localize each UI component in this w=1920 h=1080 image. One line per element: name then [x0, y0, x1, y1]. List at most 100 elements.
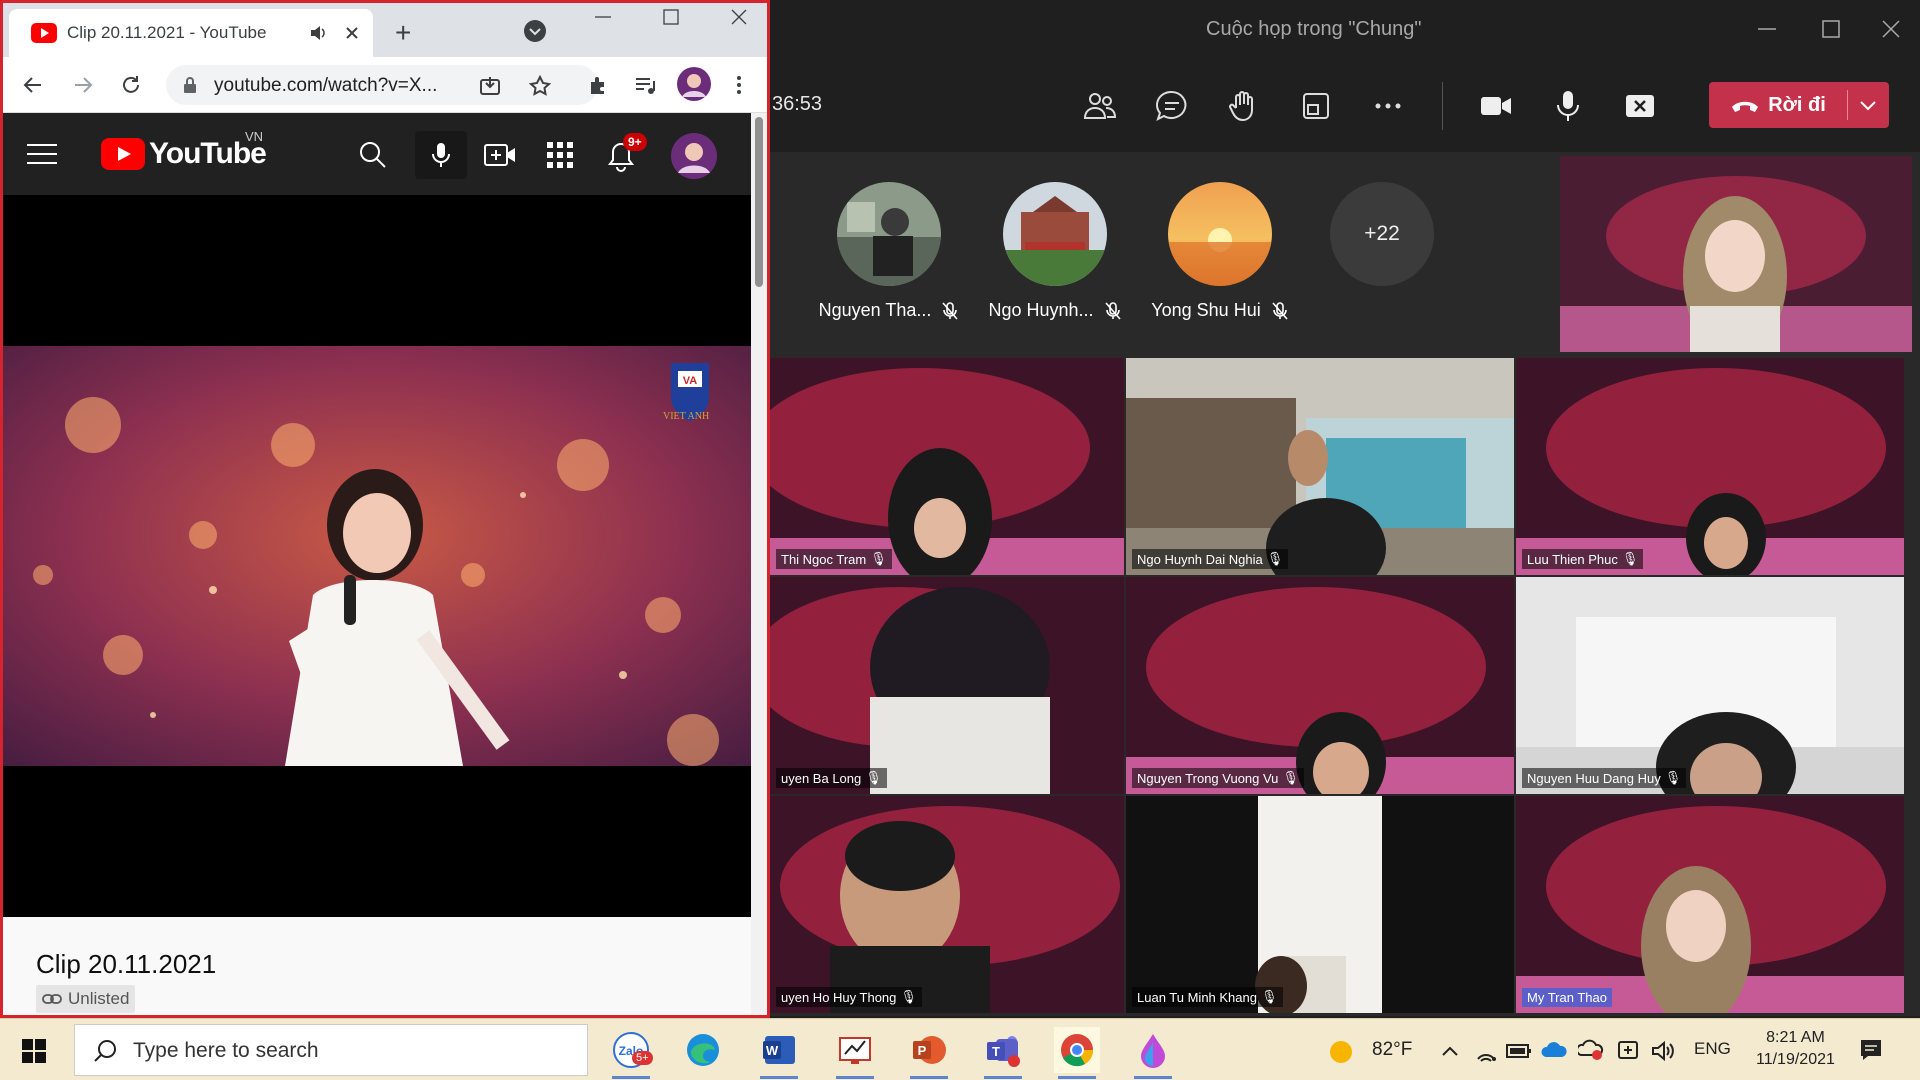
participant-tile[interactable]: Nguyen Huu Dang Huy 🎙 — [1516, 577, 1904, 794]
participant-name: Nguyen Trong Vuong Vu — [1137, 770, 1279, 786]
minimize-icon[interactable] — [591, 5, 615, 29]
teams-app-icon[interactable]: T — [980, 1027, 1026, 1079]
battery-icon[interactable] — [1506, 1041, 1532, 1061]
chevron-up-icon[interactable] — [1440, 1041, 1460, 1061]
input-language[interactable]: ENG — [1694, 1039, 1731, 1059]
audio-playing-icon[interactable] — [309, 24, 327, 42]
close-icon[interactable] — [1876, 14, 1906, 44]
mic-off-icon — [1104, 301, 1122, 321]
chat-icon[interactable] — [1154, 88, 1190, 124]
leave-button[interactable]: Rời đi — [1709, 82, 1889, 128]
participant-tile[interactable]: uyen Ba Long 🎙 — [770, 577, 1124, 794]
whiteboard-app-icon[interactable] — [832, 1027, 878, 1079]
audience-member[interactable]: Yong Shu Hui — [1145, 182, 1295, 321]
media-control-icon[interactable] — [633, 73, 657, 97]
close-icon[interactable] — [727, 5, 751, 29]
participant-tile[interactable]: Luu Thien Phuc 🎙 — [1516, 358, 1904, 575]
network-offline-icon[interactable] — [1578, 1039, 1604, 1061]
edge-app-icon[interactable] — [680, 1027, 726, 1073]
onedrive-icon[interactable] — [1540, 1039, 1568, 1061]
chevron-down-icon[interactable] — [1857, 94, 1879, 116]
video-player[interactable]: VA VIET ANH — [3, 195, 751, 917]
minimize-icon[interactable] — [1752, 14, 1782, 44]
system-clock[interactable]: 8:21 AM 11/19/2021 — [1756, 1027, 1835, 1071]
audience-member[interactable]: Nguyen Tha... — [814, 182, 964, 321]
volume-icon[interactable] — [1650, 1039, 1676, 1063]
device-icon[interactable] — [1616, 1039, 1640, 1063]
voice-search-button[interactable] — [415, 131, 467, 179]
participant-tile[interactable]: My Tran Thao — [1516, 796, 1904, 1013]
more-participants-button[interactable]: +22 — [1330, 182, 1434, 286]
paint-app-icon[interactable] — [1130, 1027, 1176, 1079]
powerpoint-app-icon[interactable]: P — [906, 1027, 952, 1079]
participant-name: Thi Ngoc Tram — [781, 551, 867, 567]
avatar — [837, 182, 941, 286]
weather-temperature[interactable]: 82°F — [1372, 1039, 1412, 1061]
youtube-logo[interactable]: YouTube — [101, 137, 267, 171]
forward-icon[interactable] — [71, 73, 95, 97]
apps-grid-icon[interactable] — [546, 141, 574, 169]
tab-close-icon[interactable] — [343, 24, 361, 42]
address-bar[interactable]: youtube.com/watch?v=X... — [166, 65, 598, 105]
share-tray-icon[interactable] — [1298, 88, 1334, 124]
windows-start-icon[interactable] — [22, 1039, 46, 1063]
wifi-icon[interactable] — [1474, 1039, 1498, 1063]
install-icon[interactable] — [478, 74, 502, 98]
word-app-icon[interactable]: W — [756, 1027, 802, 1079]
more-icon[interactable] — [1370, 88, 1406, 124]
weather-sun-icon[interactable] — [1328, 1039, 1354, 1065]
search-icon — [93, 1039, 117, 1063]
participant-name: Nguyen Huu Dang Huy — [1527, 770, 1661, 786]
mic-icon[interactable] — [1550, 88, 1586, 124]
lock-icon[interactable] — [182, 76, 198, 94]
toolbar-divider — [1442, 82, 1443, 130]
tab-strip: Clip 20.11.2021 - YouTube + — [3, 3, 767, 57]
mic-icon: 🎙 — [1260, 989, 1278, 1004]
camera-icon[interactable] — [1478, 88, 1514, 124]
browser-tab[interactable]: Clip 20.11.2021 - YouTube — [9, 9, 373, 57]
new-tab-button[interactable]: + — [395, 17, 411, 49]
menu-icon[interactable] — [733, 73, 745, 97]
chrome-app-icon[interactable] — [1054, 1027, 1100, 1079]
create-video-icon[interactable] — [483, 141, 517, 169]
leave-main[interactable]: Rời đi — [1709, 82, 1847, 128]
avatar — [1003, 182, 1107, 286]
hamburger-icon[interactable] — [27, 143, 57, 165]
page-scrollbar[interactable] — [751, 113, 767, 1015]
people-icon[interactable] — [1082, 88, 1118, 124]
mic-icon: 🎙 — [1282, 770, 1299, 785]
mic-icon: 🎙 — [865, 770, 882, 785]
maximize-icon[interactable] — [1816, 14, 1846, 44]
extensions-icon[interactable] — [587, 73, 611, 97]
audience-member[interactable]: Ngo Huynh... — [980, 182, 1130, 321]
tab-search-icon[interactable] — [523, 19, 547, 43]
participant-tile[interactable]: Thi Ngoc Tram 🎙 — [770, 358, 1124, 575]
participant-name: Ngo Huynh Dai Nghia — [1137, 551, 1263, 567]
reload-icon[interactable] — [119, 73, 143, 97]
maximize-icon[interactable] — [659, 5, 683, 29]
participant-tile[interactable]: Nguyen Trong Vuong Vu 🎙 — [1126, 577, 1514, 794]
participant-tile[interactable]: Ngo Huynh Dai Nghia 🎙 — [1126, 358, 1514, 575]
share-stop-icon[interactable] — [1622, 88, 1658, 124]
zalo-app-icon[interactable]: Zalo 5+ — [608, 1027, 654, 1079]
url-text[interactable]: youtube.com/watch?v=X... — [214, 75, 437, 97]
participant-tile[interactable]: uyen Ho Huy Thong 🎙 — [770, 796, 1124, 1013]
browser-toolbar: youtube.com/watch?v=X... — [3, 57, 767, 113]
search-icon[interactable] — [359, 141, 387, 169]
taskbar-search[interactable]: Type here to search — [74, 1024, 588, 1076]
participant-tile[interactable]: Luan Tu Minh Khang 🎙 — [1126, 796, 1514, 1013]
raise-hand-icon[interactable] — [1226, 88, 1262, 124]
account-avatar[interactable] — [671, 133, 717, 179]
notification-count-badge: 9+ — [623, 133, 647, 151]
notification-center-icon[interactable] — [1858, 1037, 1884, 1063]
back-icon[interactable] — [21, 73, 45, 97]
profile-avatar[interactable] — [677, 67, 711, 101]
mic-off-icon — [1271, 301, 1289, 321]
star-icon[interactable] — [528, 74, 552, 98]
clock-time: 8:21 AM — [1766, 1029, 1825, 1046]
link-icon — [42, 993, 62, 1005]
video-frame: VA — [3, 346, 751, 766]
mic-icon: 🎙 — [870, 551, 887, 566]
scrollbar-thumb[interactable] — [755, 117, 763, 287]
leave-separator — [1847, 90, 1848, 120]
